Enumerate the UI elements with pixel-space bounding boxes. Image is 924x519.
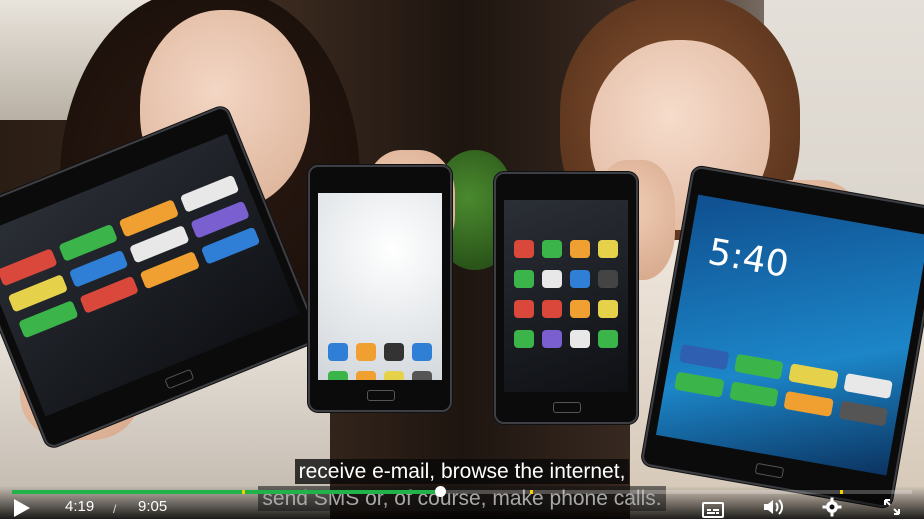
chapter-marker: [241, 490, 245, 494]
home-button: [367, 390, 395, 401]
progress-played: [12, 490, 440, 494]
phone-screen: 5:40: [655, 194, 924, 476]
captions-icon[interactable]: [702, 502, 724, 518]
play-icon[interactable]: [14, 499, 30, 517]
progress-bar[interactable]: [12, 486, 912, 497]
fullscreen-icon[interactable]: [882, 497, 902, 517]
time-separator: /: [113, 502, 117, 516]
smartphone: [494, 172, 638, 424]
current-time: 4:19: [65, 498, 95, 515]
phone-clock: 5:40: [704, 231, 792, 286]
home-button: [754, 462, 785, 479]
progress-scrubber[interactable]: [434, 486, 446, 497]
phone-screen: [318, 193, 442, 380]
video-player[interactable]: 5:40 receive e-mail, browse the internet…: [0, 0, 924, 519]
app-grid: [328, 343, 432, 380]
app-grid: [674, 344, 893, 427]
duration: 9:05: [138, 498, 168, 515]
home-button: [553, 402, 581, 413]
smartphone: [308, 165, 452, 412]
app-grid: [514, 240, 618, 348]
volume-icon[interactable]: [762, 498, 784, 516]
chapter-marker: [840, 490, 843, 494]
home-button: [164, 368, 195, 390]
phone-screen: [504, 200, 628, 392]
app-grid: [0, 174, 261, 339]
gear-icon[interactable]: [822, 497, 842, 517]
chapter-marker: [529, 490, 533, 494]
